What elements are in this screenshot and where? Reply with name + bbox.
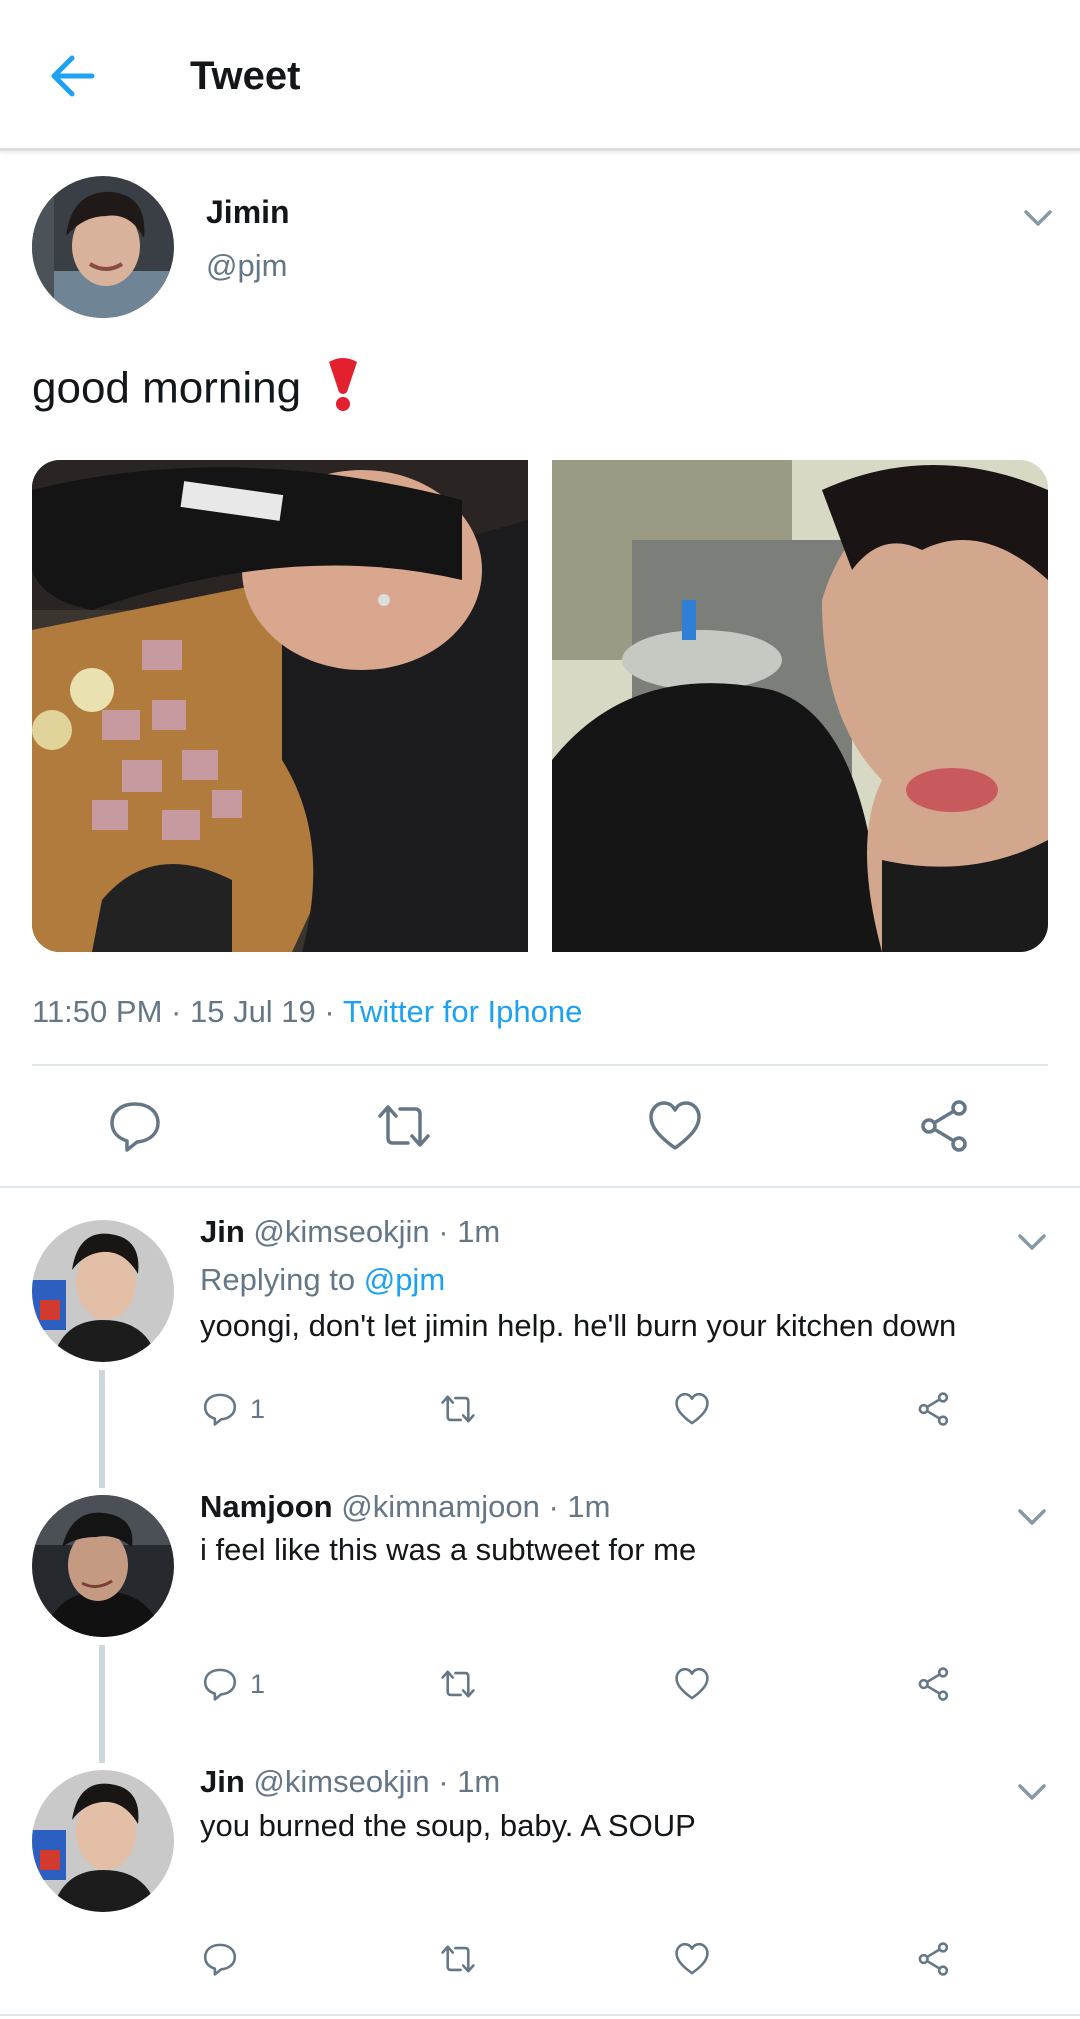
tweet-text-content: good morning [32, 363, 302, 413]
reply-header: Namjoon @kimnamjoon · 1m [200, 1487, 611, 1527]
author-name[interactable]: Jimin [206, 192, 290, 232]
share-icon [918, 1667, 949, 1701]
reply-author-name[interactable]: Jin [200, 1214, 245, 1249]
retweet-icon [378, 1105, 430, 1147]
meta-separator: · [438, 1764, 449, 1799]
reply-author-handle[interactable]: @kimseokjin [253, 1214, 429, 1249]
author-handle[interactable]: @pjm [206, 246, 287, 286]
like-button[interactable] [674, 1939, 710, 1979]
replying-to: Replying to @pjm [200, 1260, 445, 1300]
like-button[interactable] [674, 1664, 710, 1704]
retweet-button[interactable] [376, 1098, 432, 1154]
thread-line [99, 1370, 105, 1488]
reply-author-name[interactable]: Namjoon [200, 1489, 333, 1524]
speech-bubble-icon [203, 1668, 237, 1701]
tweet-image-2[interactable] [552, 460, 1048, 952]
retweet-icon [441, 1670, 475, 1698]
thread-line [99, 1645, 105, 1763]
tweet-text: good morning [32, 356, 363, 426]
reply-author-handle[interactable]: @kimseokjin [253, 1764, 429, 1799]
reply-time: 1m [457, 1214, 501, 1249]
avatar[interactable] [32, 1220, 174, 1362]
replying-label: Replying to [200, 1262, 356, 1297]
tweet-image-1[interactable] [32, 460, 528, 952]
red-exclamation-mark-emoji [323, 356, 363, 426]
back-button[interactable] [44, 46, 104, 106]
mention-link[interactable]: @pjm [364, 1262, 445, 1297]
more-options-button[interactable] [1012, 1222, 1052, 1262]
reply-button[interactable]: 1 [202, 1664, 265, 1704]
reply-author-name[interactable]: Jin [200, 1764, 245, 1799]
meta-separator: · [438, 1214, 449, 1249]
chevron-down-icon [1024, 210, 1052, 226]
divider [0, 2014, 1080, 2016]
chevron-down-icon [1018, 1509, 1046, 1525]
chevron-down-icon [1018, 1234, 1046, 1250]
reply-header: Jin @kimseokjin · 1m [200, 1212, 500, 1252]
share-icon [918, 1392, 949, 1426]
share-icon [918, 1942, 949, 1976]
tweet-time: 11:50 PM [32, 994, 163, 1029]
reply-header: Jin @kimseokjin · 1m [200, 1762, 500, 1802]
retweet-icon [441, 1395, 475, 1423]
retweet-button[interactable] [440, 1389, 476, 1429]
meta-separator: · [324, 994, 335, 1029]
reply-time: 1m [567, 1489, 611, 1524]
more-options-button[interactable] [1012, 1497, 1052, 1537]
tweet-date: 15 Jul 19 [189, 994, 316, 1029]
like-button[interactable] [674, 1389, 710, 1429]
tweet-client-link[interactable]: Twitter for Iphone [343, 994, 583, 1029]
heart-icon [649, 1101, 701, 1150]
page-title: Tweet [190, 54, 301, 98]
heart-icon [675, 1667, 709, 1700]
share-button[interactable] [916, 1664, 952, 1704]
more-options-button[interactable] [1018, 198, 1058, 238]
divider [32, 1064, 1048, 1066]
share-button[interactable] [916, 1389, 952, 1429]
reply-count: 1 [250, 1668, 266, 1699]
chevron-down-icon [1018, 1784, 1046, 1800]
avatar[interactable] [32, 1495, 174, 1637]
avatar[interactable] [32, 1770, 174, 1912]
retweet-button[interactable] [440, 1939, 476, 1979]
share-icon [921, 1100, 967, 1152]
arrow-left-icon [51, 55, 95, 97]
heart-icon [675, 1942, 709, 1975]
tweet-meta: 11:50 PM · 15 Jul 19 · Twitter for Iphon… [32, 990, 582, 1034]
like-button[interactable] [647, 1098, 703, 1154]
divider [0, 1186, 1080, 1188]
top-bar: Tweet [0, 0, 1080, 151]
meta-separator: · [171, 994, 182, 1029]
meta-separator: · [548, 1489, 559, 1524]
reply-text: yoongi, don't let jimin help. he'll burn… [200, 1308, 957, 1343]
speech-bubble-icon [203, 1393, 237, 1426]
reply-time: 1m [457, 1764, 501, 1799]
avatar[interactable] [32, 176, 174, 318]
heart-icon [675, 1392, 709, 1425]
reply-button[interactable] [202, 1939, 250, 1979]
speech-bubble-icon [203, 1943, 237, 1976]
reply-button[interactable] [107, 1098, 163, 1154]
retweet-button[interactable] [440, 1664, 476, 1704]
share-button[interactable] [916, 1939, 952, 1979]
retweet-icon [441, 1945, 475, 1973]
more-options-button[interactable] [1012, 1772, 1052, 1812]
reply-text: you burned the soup, baby. A SOUP [200, 1808, 696, 1843]
reply-count: 1 [250, 1393, 266, 1424]
speech-bubble-icon [110, 1102, 160, 1152]
reply-author-handle[interactable]: @kimnamjoon [341, 1489, 540, 1524]
share-button[interactable] [917, 1098, 973, 1154]
reply-text: i feel like this was a subtweet for me [200, 1532, 697, 1567]
reply-button[interactable]: 1 [202, 1389, 265, 1429]
